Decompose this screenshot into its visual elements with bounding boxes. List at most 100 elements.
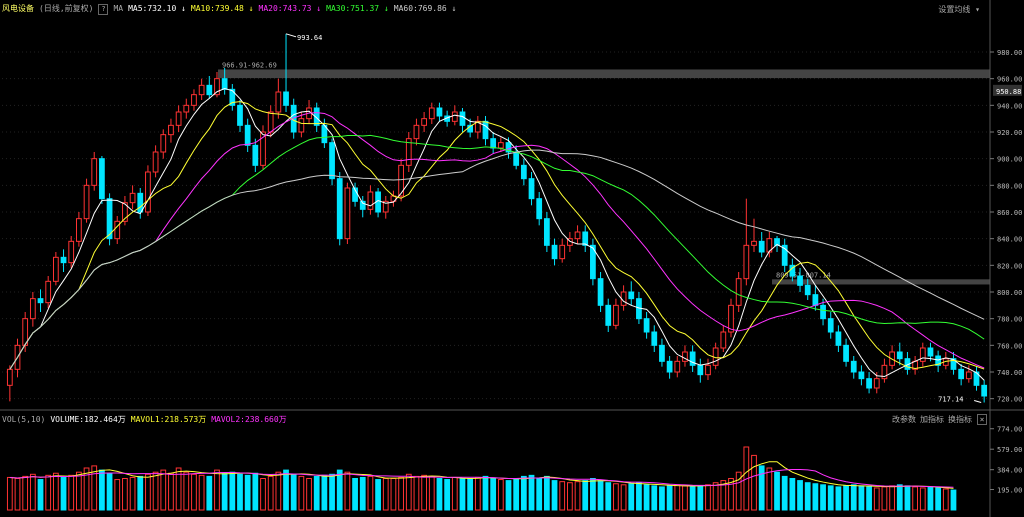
y-tick-label: 920.00 (997, 129, 1022, 137)
candle-body (674, 360, 681, 373)
mavol5-line (9, 461, 954, 489)
candle-body (29, 298, 36, 320)
candle-body (114, 220, 121, 240)
candle-body (827, 318, 834, 333)
candle-body (551, 244, 558, 260)
candle-body (175, 111, 182, 126)
vol-title: VOL(5,10) (2, 415, 46, 424)
candle-body (344, 187, 351, 240)
volume-bar (781, 475, 788, 511)
candle-body (221, 78, 228, 90)
vol-value: VOLUME:182.464万 (50, 415, 126, 424)
candle-body (758, 240, 765, 253)
close-icon[interactable]: × (977, 414, 987, 425)
volume-bar (428, 475, 435, 511)
candle-body (751, 240, 757, 246)
volume-bar (896, 484, 903, 511)
volume-bar (168, 472, 174, 511)
volume-bar (574, 481, 581, 511)
add-indicator-button[interactable]: 加指标 (920, 414, 944, 425)
volume-bar (244, 474, 251, 511)
y-tick-label: 820.00 (997, 262, 1022, 270)
volume-bar (843, 485, 849, 511)
y-tick-label: 800.00 (997, 289, 1022, 297)
candle-body (559, 244, 566, 260)
volume-bar (344, 471, 351, 511)
range-label-1: 966.91-962.69 (222, 61, 277, 69)
volume-header: VOL(5,10) VOLUME:182.464万 MAVOL1:218.573… (2, 413, 292, 427)
chart-svg: 980.00 960.00 940.00 920.00 900.00 880.00 860.… (0, 0, 1024, 517)
candle-body (705, 364, 711, 376)
volume-bar (375, 479, 381, 511)
volume-bar (850, 484, 857, 511)
volume-bar (14, 478, 21, 511)
candle-body (191, 94, 197, 106)
volume-bar (137, 475, 144, 511)
candle-body (919, 347, 926, 362)
volume-bar (229, 471, 236, 511)
volume-bar (505, 480, 512, 511)
candle-body (145, 171, 151, 213)
volume-bar (797, 480, 803, 511)
candle-body (682, 351, 688, 362)
volume-bar (398, 476, 404, 511)
volume-bar (405, 473, 412, 511)
kline-chart: 风电设备 (日线,前复权) ? MA MA5:732.10 ↓ MA10:739.… (0, 0, 1024, 517)
volume-bar (390, 478, 397, 511)
volume-bar (114, 479, 121, 511)
volume-bar (582, 480, 589, 511)
volume-bar (643, 484, 650, 511)
volume-bar (275, 471, 282, 511)
candle-body (850, 360, 857, 373)
volume-bar (812, 483, 819, 511)
vol-y-tick-label: 774.00 (997, 426, 1022, 434)
y-tick-label: 840.00 (997, 236, 1022, 244)
volume-bar (881, 486, 888, 511)
volume-bar (221, 472, 228, 511)
volume-bar (590, 478, 596, 511)
volume-bar (451, 476, 458, 511)
candle-body (283, 91, 289, 106)
volume-bar (597, 480, 604, 511)
candle-body (528, 178, 535, 200)
candle-body (628, 291, 635, 300)
candle-body (597, 278, 604, 306)
volume-bar (858, 485, 865, 511)
volume-bar (689, 486, 696, 511)
candle-body (183, 104, 190, 113)
volume-bar (497, 479, 504, 511)
candle-body (99, 158, 105, 200)
volume-bar (45, 474, 52, 511)
candle-body (152, 151, 159, 173)
volume-bar (459, 478, 466, 511)
volume-bar (106, 472, 113, 511)
volume-bar (651, 485, 658, 511)
volume-bar (666, 485, 673, 511)
volume-bar (6, 476, 13, 511)
switch-indicator-button[interactable]: 换指标 (948, 414, 972, 425)
volume-bar (820, 484, 826, 511)
candle-body (413, 124, 420, 140)
volume-bar (306, 478, 312, 511)
volume-bar (659, 486, 665, 511)
volume-bar (789, 478, 796, 511)
volume-bar (513, 478, 520, 511)
volume-bar (620, 484, 627, 511)
candle-body (536, 198, 543, 220)
candle-body (651, 331, 658, 346)
volume-bar (904, 485, 911, 511)
y-tick-label: 720.00 (997, 396, 1022, 404)
candle-body (965, 371, 972, 380)
change-params-button[interactable]: 改参数 (892, 414, 916, 425)
candle-body (52, 256, 59, 282)
volume-bar (536, 478, 543, 511)
volume-bar (942, 488, 949, 511)
volume-bar (520, 475, 527, 511)
candle-body (198, 84, 205, 96)
mavol2-value: MAVOL2:238.660万 (211, 415, 287, 424)
volume-bar (60, 476, 67, 511)
candle-body (252, 144, 259, 166)
volume-bar (214, 469, 220, 511)
candle-body (76, 218, 82, 242)
volume-bar (260, 478, 266, 511)
